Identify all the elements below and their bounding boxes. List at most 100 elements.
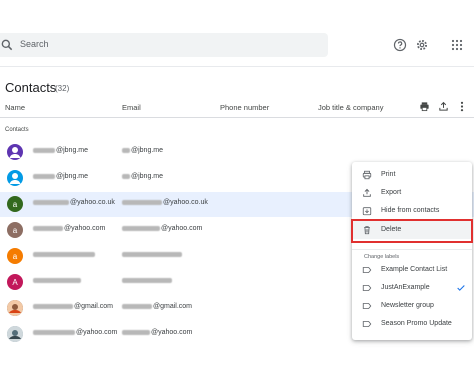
contact-email: @jbng.me — [122, 147, 163, 154]
label-item[interactable]: Newsletter group — [352, 297, 472, 315]
gear-icon[interactable] — [415, 38, 429, 52]
redacted-text — [122, 225, 160, 231]
delete-highlight-box — [351, 219, 473, 243]
redacted-text — [122, 251, 182, 257]
menu-item-label: Export — [381, 189, 402, 196]
label-name: JustAnExample — [381, 284, 430, 291]
contact-count: (32) — [55, 84, 70, 93]
name-suffix: @yahoo.com — [64, 225, 106, 232]
check-icon — [457, 285, 465, 291]
help-icon[interactable] — [393, 38, 407, 52]
redacted-text — [33, 147, 55, 153]
email-suffix: @gmail.com — [153, 303, 193, 310]
search-input[interactable] — [0, 33, 328, 57]
contact-name: @yahoo.com — [33, 225, 105, 232]
contact-email: @yahoo.co.uk — [122, 199, 208, 206]
column-header-name[interactable]: Name — [5, 103, 25, 112]
menu-item-export[interactable]: Export — [352, 184, 472, 202]
label-item[interactable]: JustAnExample — [352, 279, 472, 297]
header-divider — [0, 117, 474, 118]
contact-email — [122, 251, 183, 258]
name-suffix: @yahoo.com — [76, 329, 118, 336]
contact-name: @yahoo.com — [33, 329, 117, 336]
redacted-text — [33, 303, 73, 309]
contact-email: @gmail.com — [122, 303, 192, 310]
avatar: A — [7, 274, 23, 290]
redacted-text — [33, 199, 69, 205]
section-label: Contacts — [5, 127, 29, 133]
apps-grid-icon[interactable] — [451, 39, 463, 51]
email-suffix: @yahoo.co.uk — [163, 199, 208, 206]
search-icon[interactable] — [0, 38, 14, 52]
hide-icon — [362, 207, 372, 216]
more-actions-menu: Print Export Hide from contacts Delete C… — [352, 162, 472, 340]
photo-avatar-icon — [7, 300, 23, 316]
label-icon — [362, 285, 372, 291]
contact-email: @yahoo.com — [122, 329, 192, 336]
contact-name: @yahoo.co.uk — [33, 199, 115, 206]
page-title: Contacts — [5, 80, 57, 95]
export-icon — [363, 188, 371, 197]
avatar — [7, 170, 23, 186]
avatar — [7, 300, 23, 316]
avatar: a — [7, 222, 23, 238]
email-suffix: @yahoo.com — [151, 329, 193, 336]
label-name: Season Promo Update — [381, 320, 452, 327]
avatar — [7, 326, 23, 342]
contact-email: @yahoo.com — [122, 225, 202, 232]
contact-name — [33, 277, 82, 284]
label-item[interactable]: Season Promo Update — [352, 315, 472, 333]
redacted-text — [122, 329, 150, 335]
redacted-text — [33, 329, 75, 335]
menu-item-label: Print — [381, 171, 396, 178]
contact-email — [122, 277, 173, 284]
contact-name: @gmail.com — [33, 303, 113, 310]
column-header-job[interactable]: Job title & company — [318, 103, 383, 112]
photo-avatar-icon — [7, 326, 23, 342]
contact-name: @jbng.me — [33, 147, 88, 154]
label-name: Example Contact List — [381, 266, 448, 273]
label-name: Newsletter group — [381, 302, 434, 309]
label-icon — [362, 321, 372, 327]
redacted-text — [33, 173, 55, 179]
export-icon[interactable] — [438, 101, 449, 112]
redacted-text — [122, 173, 130, 179]
redacted-text — [122, 199, 162, 205]
redacted-text — [122, 303, 152, 309]
redacted-text — [33, 225, 63, 231]
label-icon — [362, 303, 372, 309]
redacted-text — [33, 251, 95, 257]
print-icon[interactable] — [419, 101, 430, 112]
contact-name: @jbng.me — [33, 173, 88, 180]
column-header-phone[interactable]: Phone number — [220, 103, 269, 112]
menu-item-print[interactable]: Print — [352, 166, 472, 184]
contact-email: @jbng.me — [122, 173, 163, 180]
person-icon — [9, 173, 21, 184]
name-suffix: @gmail.com — [74, 303, 114, 310]
change-labels-heading: Change labels — [364, 254, 400, 260]
more-vert-icon[interactable] — [458, 101, 466, 112]
email-suffix: @yahoo.com — [161, 225, 203, 232]
name-suffix: @yahoo.co.uk — [70, 199, 115, 206]
top-bar: Search — [0, 0, 474, 66]
menu-item-label: Hide from contacts — [381, 207, 440, 214]
label-icon — [362, 267, 372, 273]
avatar: a — [7, 196, 23, 212]
person-icon — [9, 147, 21, 158]
redacted-text — [33, 277, 81, 283]
name-suffix: @jbng.me — [56, 147, 89, 154]
menu-item-hide[interactable]: Hide from contacts — [352, 202, 472, 220]
redacted-text — [122, 277, 172, 283]
email-suffix: @jbng.me — [131, 147, 164, 154]
contact-name — [33, 251, 96, 258]
redacted-text — [122, 147, 130, 153]
column-header-email[interactable]: Email — [122, 103, 141, 112]
avatar — [7, 144, 23, 160]
menu-divider — [352, 249, 472, 250]
top-bar-divider — [0, 66, 474, 67]
email-suffix: @jbng.me — [131, 173, 164, 180]
label-item[interactable]: Example Contact List — [352, 261, 472, 279]
name-suffix: @jbng.me — [56, 173, 89, 180]
print-icon — [362, 170, 372, 180]
search-placeholder: Search — [20, 39, 49, 49]
